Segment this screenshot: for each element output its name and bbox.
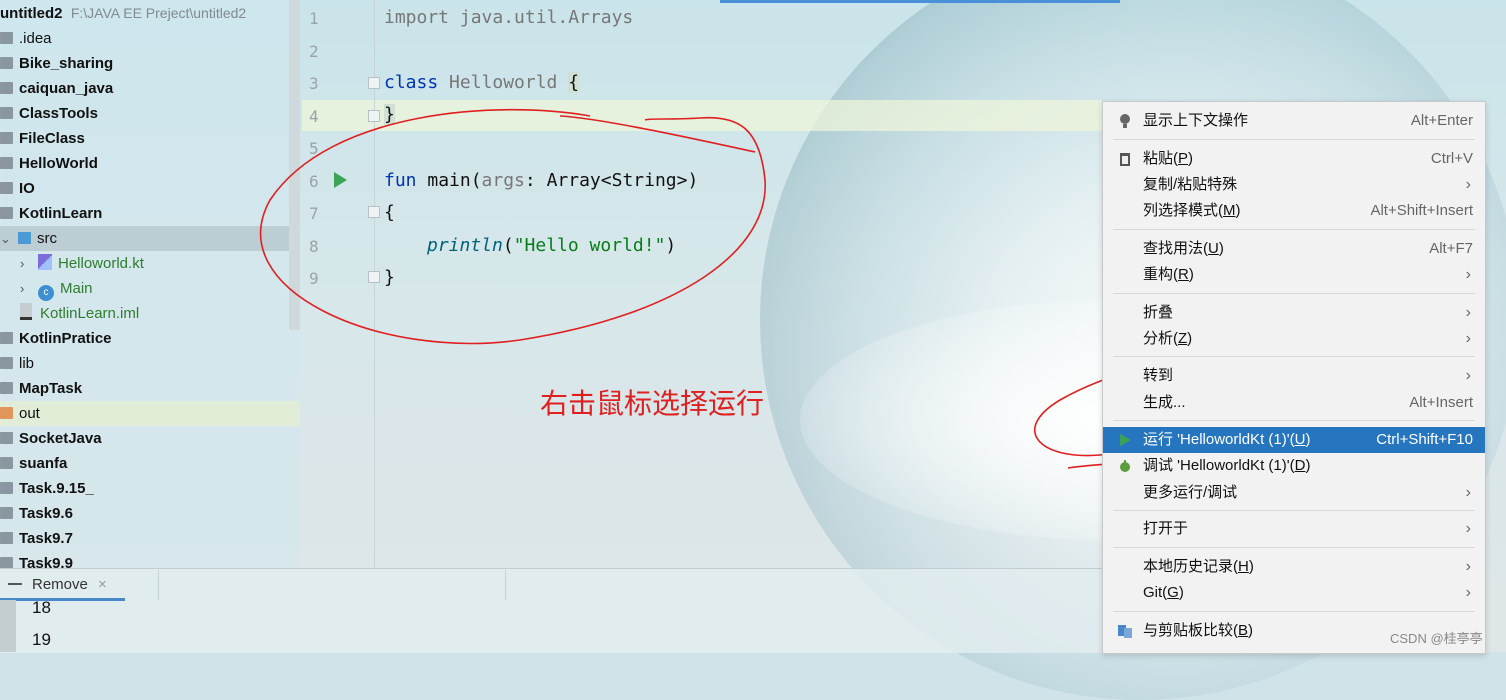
- tab-remove[interactable]: Remove ×: [0, 572, 107, 598]
- menu-item-goto[interactable]: 转到 ›: [1103, 363, 1485, 389]
- menu-item-generate[interactable]: 生成... Alt+Insert: [1103, 390, 1485, 416]
- context-menu: 显示上下文操作 Alt+Enter 粘贴(P) Ctrl+V 复制/粘贴特殊 › 列选…: [1102, 101, 1486, 654]
- menu-separator: [1113, 547, 1475, 548]
- tab-active-indicator: [0, 598, 125, 601]
- ink-circle-code: [259, 108, 766, 345]
- menu-item-open-in[interactable]: 打开于 ›: [1103, 516, 1485, 542]
- tab-icon: [8, 583, 22, 585]
- menu-item-more-run-debug[interactable]: 更多运行/调试 ›: [1103, 480, 1485, 506]
- menu-separator: [1113, 420, 1475, 421]
- chevron-right-icon: ›: [1465, 304, 1471, 321]
- menu-item-git[interactable]: Git(G) ›: [1103, 580, 1485, 606]
- menu-item-column-selection[interactable]: 列选择模式(M) Alt+Shift+Insert: [1103, 198, 1485, 224]
- run-icon: [1120, 434, 1131, 446]
- output-number: 18: [32, 598, 51, 617]
- menu-separator: [1113, 356, 1475, 357]
- tab-divider: [505, 570, 506, 600]
- menu-item-local-history[interactable]: 本地历史记录(H) ›: [1103, 554, 1485, 580]
- menu-separator: [1113, 139, 1475, 140]
- menu-item-find-usages[interactable]: 查找用法(U) Alt+F7: [1103, 236, 1485, 262]
- close-icon[interactable]: ×: [98, 576, 107, 593]
- menu-separator: [1113, 229, 1475, 230]
- chevron-right-icon: ›: [1465, 330, 1471, 347]
- chevron-right-icon: ›: [1465, 176, 1471, 193]
- menu-separator: [1113, 293, 1475, 294]
- output-number: 19: [32, 630, 51, 649]
- chevron-right-icon: ›: [1465, 367, 1471, 384]
- chevron-right-icon: ›: [1465, 558, 1471, 575]
- menu-item-show-context-actions[interactable]: 显示上下文操作 Alt+Enter: [1103, 108, 1485, 134]
- debug-icon: [1120, 460, 1130, 472]
- bottom-panel: [0, 568, 1110, 653]
- watermark: CSDN @桂亭亭: [1390, 631, 1483, 646]
- tab-divider: [158, 570, 159, 600]
- menu-separator: [1113, 510, 1475, 511]
- menu-item-refactor[interactable]: 重构(R) ›: [1103, 262, 1485, 288]
- chevron-right-icon: ›: [1465, 484, 1471, 501]
- chevron-right-icon: ›: [1465, 266, 1471, 283]
- menu-item-copy-paste-special[interactable]: 复制/粘贴特殊 ›: [1103, 172, 1485, 198]
- menu-item-run[interactable]: 运行 'HelloworldKt (1)'(U) Ctrl+Shift+F10: [1103, 427, 1485, 453]
- clipboard-icon: [1120, 153, 1130, 166]
- menu-item-analyze[interactable]: 分析(Z) ›: [1103, 326, 1485, 352]
- chevron-right-icon: ›: [1465, 520, 1471, 537]
- menu-item-folding[interactable]: 折叠 ›: [1103, 300, 1485, 326]
- compare-icon: [1118, 625, 1132, 638]
- menu-item-paste[interactable]: 粘贴(P) Ctrl+V: [1103, 146, 1485, 172]
- tab-label: Remove: [32, 576, 88, 593]
- annotation-text: 右击鼠标选择运行: [540, 387, 765, 420]
- panel-gutter: [0, 600, 16, 652]
- bulb-icon: [1120, 114, 1130, 128]
- menu-item-debug[interactable]: 调试 'HelloworldKt (1)'(D): [1103, 453, 1485, 479]
- menu-separator: [1113, 611, 1475, 612]
- chevron-right-icon: ›: [1465, 584, 1471, 601]
